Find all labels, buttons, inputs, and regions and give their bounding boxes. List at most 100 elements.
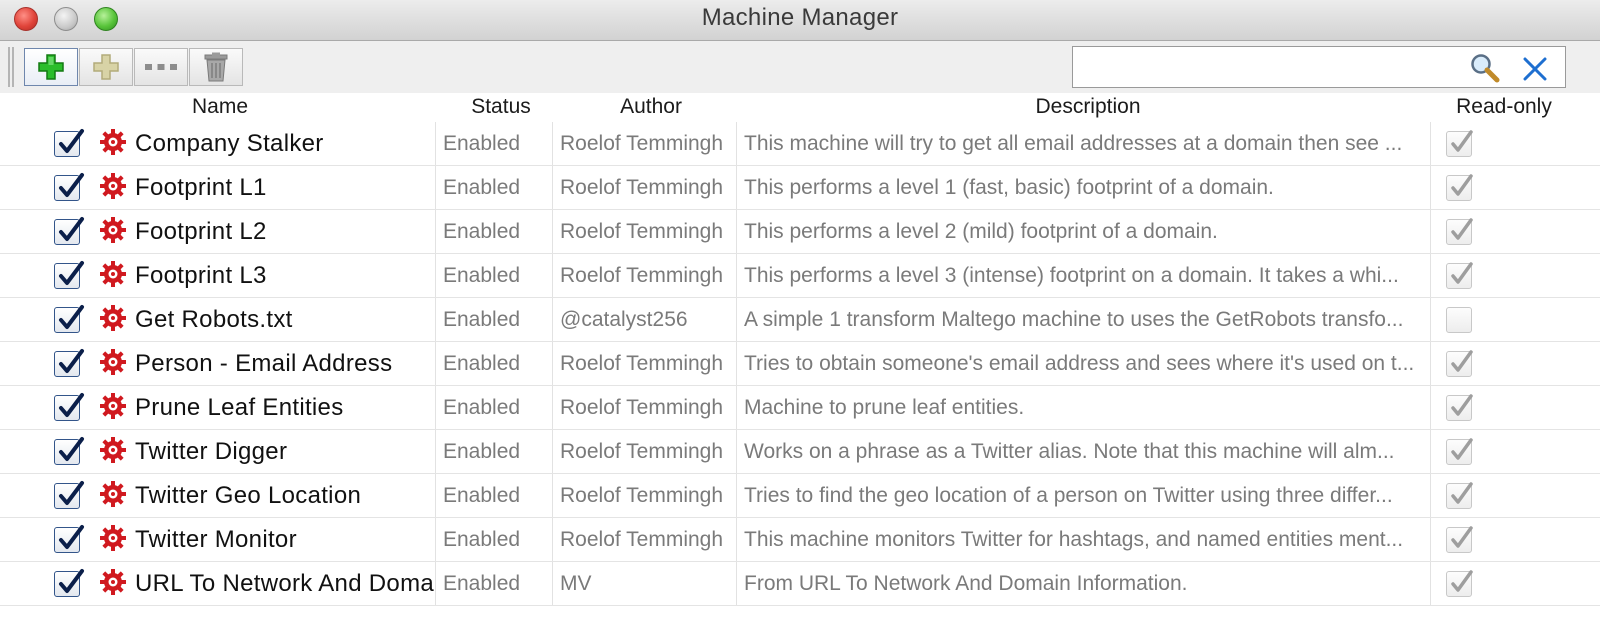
machine-status: Enabled: [443, 528, 521, 551]
title-bar: Machine Manager: [0, 0, 1600, 41]
machine-status: Enabled: [443, 308, 521, 331]
column-divider: [435, 518, 436, 561]
checkmark-icon: [59, 525, 84, 549]
enabled-checkbox[interactable]: [54, 217, 84, 245]
machine-description: This performs a level 2 (mild) footprint…: [744, 220, 1218, 243]
machine-name: Footprint L2: [135, 218, 267, 245]
machine-gear-icon: [100, 129, 126, 155]
enabled-checkbox[interactable]: [54, 349, 84, 377]
checkmark-icon: [59, 217, 84, 241]
table-row[interactable]: Company Stalker Enabled Roelof Temmingh …: [0, 122, 1600, 166]
enabled-checkbox[interactable]: [54, 173, 84, 201]
delete-machine-button[interactable]: [189, 48, 243, 86]
enabled-checkbox[interactable]: [54, 261, 84, 289]
search-box: [1072, 46, 1566, 88]
table-row[interactable]: Person - Email Address Enabled Roelof Te…: [0, 342, 1600, 386]
machine-name: Twitter Digger: [135, 438, 288, 465]
column-header-description[interactable]: Description: [738, 93, 1438, 123]
table-row[interactable]: Footprint L3 Enabled Roelof Temmingh Thi…: [0, 254, 1600, 298]
readonly-checkbox: [1446, 438, 1473, 465]
enabled-checkbox[interactable]: [54, 437, 84, 465]
enabled-checkbox[interactable]: [54, 481, 84, 509]
machine-name: URL To Network And Domain Information: [135, 570, 435, 597]
machine-status: Enabled: [443, 396, 521, 419]
machine-name: Twitter Geo Location: [135, 482, 362, 509]
column-divider: [552, 210, 553, 253]
table-row[interactable]: Twitter Geo Location Enabled Roelof Temm…: [0, 474, 1600, 518]
readonly-checkbox: [1446, 350, 1473, 377]
table-row[interactable]: Prune Leaf Entities Enabled Roelof Temmi…: [0, 386, 1600, 430]
machine-status: Enabled: [443, 264, 521, 287]
column-header-readonly[interactable]: Read-only: [1440, 93, 1568, 123]
machine-author: Roelof Temmingh: [560, 220, 724, 243]
toolbar-grip[interactable]: [8, 47, 14, 87]
machine-description: A simple 1 transform Maltego machine to …: [744, 308, 1404, 331]
column-divider: [552, 342, 553, 385]
column-header-status[interactable]: Status: [436, 93, 566, 123]
machine-author: Roelof Temmingh: [560, 264, 724, 287]
column-divider: [552, 474, 553, 517]
machine-status: Enabled: [443, 132, 521, 155]
column-divider: [435, 210, 436, 253]
table-row[interactable]: Twitter Digger Enabled Roelof Temmingh W…: [0, 430, 1600, 474]
enabled-checkbox[interactable]: [54, 129, 84, 157]
search-input[interactable]: [1077, 51, 1461, 85]
readonly-checkbox: [1446, 307, 1472, 333]
column-divider: [736, 298, 737, 341]
add-machine-button[interactable]: [24, 48, 78, 86]
column-header-author[interactable]: Author: [566, 93, 736, 123]
readonly-checkmark-icon: [1451, 570, 1473, 592]
readonly-checkbox: [1446, 570, 1473, 597]
machine-status: Enabled: [443, 484, 521, 507]
enabled-checkbox[interactable]: [54, 525, 84, 553]
readonly-checkmark-icon: [1451, 526, 1473, 548]
column-divider: [552, 518, 553, 561]
column-divider: [552, 254, 553, 297]
machine-author: Roelof Temmingh: [560, 396, 724, 419]
table-row[interactable]: Footprint L2 Enabled Roelof Temmingh Thi…: [0, 210, 1600, 254]
machine-status: Enabled: [443, 220, 521, 243]
table-row[interactable]: Get Robots.txt Enabled @catalyst256 A si…: [0, 298, 1600, 342]
close-icon[interactable]: [1521, 55, 1549, 83]
more-options-button[interactable]: [134, 48, 188, 86]
column-divider: [1430, 386, 1431, 429]
column-divider: [1430, 342, 1431, 385]
search-icon[interactable]: [1469, 53, 1501, 83]
enabled-checkbox[interactable]: [54, 569, 84, 597]
table-row[interactable]: Footprint L1 Enabled Roelof Temmingh Thi…: [0, 166, 1600, 210]
machine-author: Roelof Temmingh: [560, 352, 724, 375]
column-divider: [736, 254, 737, 297]
machine-gear-icon: [100, 393, 126, 419]
machine-author: Roelof Temmingh: [560, 484, 724, 507]
machine-gear-icon: [100, 261, 126, 287]
column-header-name[interactable]: Name: [135, 93, 305, 123]
column-divider: [552, 166, 553, 209]
add-from-template-button[interactable]: [79, 48, 133, 86]
machine-description: This performs a level 1 (fast, basic) fo…: [744, 176, 1274, 199]
readonly-checkbox: [1446, 130, 1473, 157]
column-divider: [552, 430, 553, 473]
machine-description: This machine will try to get all email a…: [744, 132, 1403, 155]
column-divider: [1430, 254, 1431, 297]
trash-icon: [204, 52, 228, 82]
column-divider: [435, 122, 436, 165]
add-disabled-icon: [93, 54, 119, 80]
table-row[interactable]: URL To Network And Domain Information En…: [0, 562, 1600, 606]
machine-description: Machine to prune leaf entities.: [744, 396, 1025, 419]
column-divider: [435, 430, 436, 473]
machine-name: Footprint L1: [135, 174, 267, 201]
enabled-checkbox[interactable]: [54, 393, 84, 421]
readonly-checkmark-icon: [1451, 350, 1473, 372]
readonly-checkbox: [1446, 526, 1473, 553]
machine-author: MV: [560, 572, 592, 595]
machine-status: Enabled: [443, 352, 521, 375]
machine-gear-icon: [100, 305, 126, 331]
enabled-checkbox[interactable]: [54, 305, 84, 333]
readonly-checkmark-icon: [1451, 174, 1473, 196]
column-divider: [736, 474, 737, 517]
table-row[interactable]: Twitter Monitor Enabled Roelof Temmingh …: [0, 518, 1600, 562]
machine-name: Prune Leaf Entities: [135, 394, 344, 421]
checkmark-icon: [59, 305, 84, 329]
readonly-checkmark-icon: [1451, 262, 1473, 284]
machine-description: Works on a phrase as a Twitter alias. No…: [744, 440, 1395, 463]
